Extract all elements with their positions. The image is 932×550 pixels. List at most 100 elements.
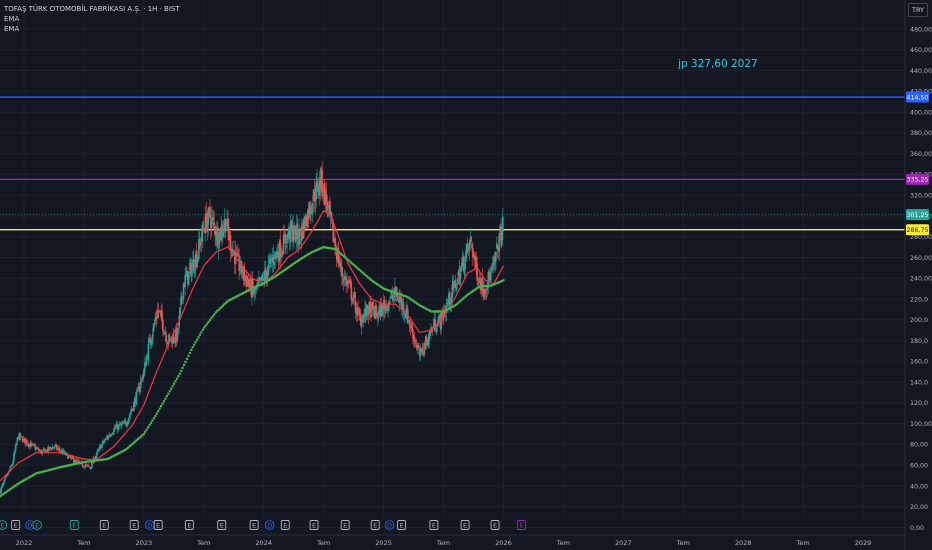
event-marker-label: E (252, 521, 256, 529)
price-axis[interactable]: 0,00 20,00 40,00 60,00 80,00 100,00 120,0 140,0… (904, 0, 932, 550)
ema-slow-dot (191, 346, 194, 349)
candle-body (284, 234, 287, 244)
ema-slow-dot (175, 377, 179, 380)
event-marker[interactable]: E (280, 520, 290, 530)
ema-slow-dot (193, 343, 196, 346)
candle-body (82, 466, 85, 468)
currency-button[interactable]: TRY (908, 3, 928, 17)
ema-slow-dot (167, 392, 170, 395)
symbol-title[interactable]: TOFAŞ TÜRK OTOMOBİL FABRİKASI A.Ş. · 1H … (4, 4, 180, 14)
event-marker[interactable]: E (309, 520, 319, 530)
horizontal-levels[interactable] (0, 96, 905, 231)
event-marker[interactable]: E (397, 520, 407, 530)
ema-slow-dot (165, 395, 168, 398)
event-markers[interactable]: EEDEEEEDEEEEDEEEEDEEEEE (0, 520, 526, 530)
event-marker[interactable]: E (129, 520, 139, 530)
event-marker[interactable]: E (32, 520, 42, 530)
event-marker-label: E (187, 521, 191, 529)
event-marker[interactable]: E (460, 520, 470, 530)
ema-slow-dot (145, 428, 148, 431)
price-axis-tick-label: 360,00 (910, 151, 932, 158)
price-axis-tick-label: 0,00 (910, 525, 924, 532)
event-marker[interactable]: E (153, 520, 163, 530)
ema-legend-1[interactable]: EMA (4, 14, 180, 24)
candle-body (25, 439, 28, 445)
price-axis-tick-label: 120,0 (910, 400, 928, 407)
candle-body (311, 203, 314, 214)
time-axis-tick-label: Tem (316, 539, 330, 547)
candle-body (282, 234, 285, 254)
ema-slow-dot (171, 385, 174, 388)
event-marker[interactable]: E (184, 520, 194, 530)
event-marker-label: E (283, 521, 287, 529)
candle-body (233, 249, 235, 252)
ema-slow-dot (157, 410, 160, 413)
event-marker[interactable]: E (99, 520, 109, 530)
candle-body (43, 448, 46, 451)
event-marker-label: E (35, 521, 39, 529)
ema-slow-dot (187, 354, 190, 357)
price-axis-tick-label: 200,0 (910, 317, 928, 324)
candle-body (498, 232, 501, 251)
event-marker[interactable]: E (429, 520, 439, 530)
event-marker[interactable]: E (370, 520, 380, 530)
price-axis-tick-label: 460,00 (910, 47, 932, 54)
candle-body (476, 264, 478, 281)
price-axis-tick-label: 60,00 (910, 462, 928, 469)
ema-slow-dot (180, 369, 183, 372)
candle-body (67, 455, 70, 458)
ema-slow-dot (197, 336, 200, 339)
price-axis-tick-label: 240,00 (910, 276, 932, 283)
event-marker[interactable]: E (11, 520, 21, 530)
time-axis-tick-label: Tem (76, 539, 90, 547)
price-tag-label: 301,25 (906, 212, 928, 219)
event-marker[interactable]: E (516, 520, 526, 530)
price-axis-tick-label: 180,0 (910, 338, 928, 345)
candle-body (436, 328, 438, 332)
chart-legend: TOFAŞ TÜRK OTOMOBİL FABRİKASI A.Ş. · 1H … (4, 4, 180, 34)
time-axis[interactable]: 2022 Tem 2023 Tem 2024 Tem 2025 Tem 2026 Tem 2027 T… (0, 534, 905, 547)
event-marker[interactable]: D (264, 520, 275, 530)
event-marker-label: D (387, 521, 392, 529)
candle-body (7, 474, 9, 476)
candle-body (456, 278, 459, 286)
ema-legend-2[interactable]: EMA (4, 24, 180, 34)
time-axis-tick-label: Tem (436, 539, 450, 547)
target-annotation[interactable]: jp 327,60 2027 (678, 58, 758, 70)
time-axis-tick-label: Tem (676, 539, 690, 547)
ema-slow-dot (183, 363, 186, 366)
event-marker[interactable]: D (384, 520, 395, 530)
time-axis-tick-label: 2029 (855, 539, 872, 547)
ema-slow-dot (154, 414, 157, 418)
event-marker[interactable]: E (217, 520, 227, 530)
candle-body (85, 464, 88, 465)
event-marker-label: E (0, 521, 4, 529)
ema-lines (0, 209, 505, 498)
candle-body (151, 333, 154, 340)
event-marker-label: E (156, 521, 160, 529)
candle-body (103, 440, 106, 443)
ema-slow-dot (195, 338, 199, 341)
price-axis-tick-label: 140,0 (910, 379, 928, 386)
event-marker[interactable]: D (145, 520, 155, 530)
event-marker-label: E (493, 521, 497, 529)
event-marker[interactable]: E (490, 520, 500, 530)
candle-body (490, 271, 492, 281)
candle-body (321, 170, 323, 193)
ema-fast-line (0, 209, 504, 482)
event-marker[interactable]: E (0, 520, 8, 530)
price-axis-tick-label: 160,0 (910, 359, 928, 366)
event-marker[interactable]: E (340, 520, 350, 530)
event-marker[interactable]: E (69, 520, 79, 530)
event-marker[interactable]: E (249, 520, 259, 530)
price-axis-tick-label: 380,00 (910, 130, 932, 137)
price-tag-label: 335,25 (906, 177, 928, 184)
price-chart[interactable]: EEDEEEEDEEEEDEEEEDEEEEE 2022 Tem 2023 Tem 20… (0, 0, 932, 550)
ema-slow-dot (170, 387, 173, 390)
price-tag: 414,50 (906, 91, 929, 103)
event-marker-label: D (267, 521, 272, 529)
candle-body (87, 465, 90, 467)
candle-body (455, 286, 458, 291)
ema-slow-dot (185, 357, 189, 360)
candle-body (502, 216, 504, 232)
